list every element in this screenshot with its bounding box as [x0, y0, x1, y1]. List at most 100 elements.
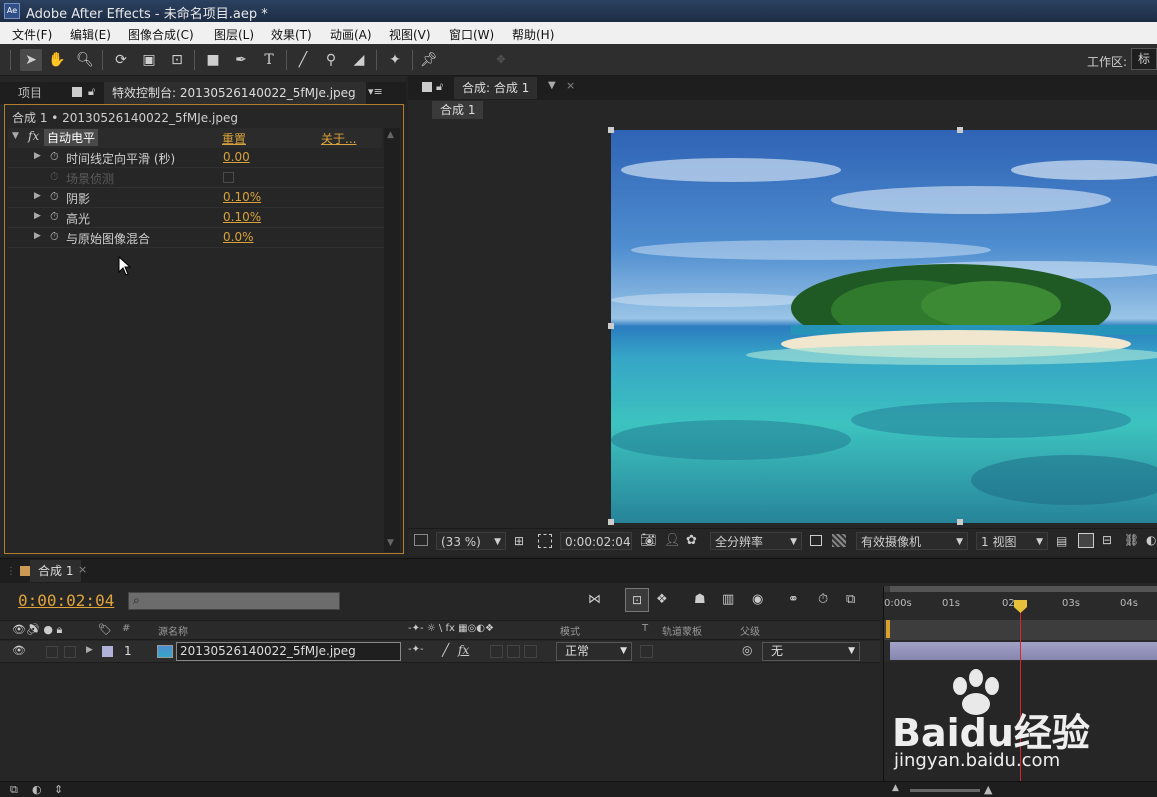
menu-view[interactable]: 视图(V): [389, 26, 431, 43]
always-preview-icon[interactable]: [414, 534, 428, 546]
toggle-pixel-icon[interactable]: ▤: [1056, 534, 1067, 548]
expand-arrow-icon[interactable]: ▼: [12, 131, 19, 141]
menu-help[interactable]: 帮助(H): [512, 26, 554, 43]
property-value[interactable]: 0.00: [223, 150, 250, 164]
comp-subtab[interactable]: 合成 1: [432, 101, 484, 119]
stopwatch-icon[interactable]: ⏱︎: [50, 230, 59, 244]
roto-brush-tool-icon[interactable]: ✦: [384, 49, 406, 71]
transform-handle[interactable]: [608, 127, 614, 133]
show-snapshot-icon[interactable]: 👤︎: [664, 533, 681, 548]
eraser-tool-icon[interactable]: ◢: [348, 49, 370, 71]
menu-composition[interactable]: 图像合成(C): [128, 26, 194, 43]
hand-tool-icon[interactable]: ✋: [46, 49, 68, 71]
panel-menu-icon[interactable]: ▾≡: [368, 85, 383, 98]
region-of-interest-icon[interactable]: [810, 535, 822, 546]
transform-handle[interactable]: [957, 519, 963, 525]
axis-mode-icon[interactable]: ✥ ● ⌧: [490, 49, 512, 110]
layer-duration-bar[interactable]: [890, 642, 1157, 660]
lock-icon[interactable]: 🔓︎: [436, 80, 443, 94]
zoom-out-icon[interactable]: ▲: [892, 783, 899, 793]
tab-project[interactable]: 项目: [10, 82, 50, 104]
rotate-tool-icon[interactable]: ⟳: [110, 49, 132, 71]
layer-row[interactable]: 👁︎ ▶ 1 20130526140022_5fMJe.jpeg -✦- ╱ f…: [0, 641, 880, 663]
timeline-search-input[interactable]: ⌕: [128, 592, 340, 610]
brainstorm-icon[interactable]: ⚭: [788, 592, 799, 607]
channel-icon[interactable]: ✿: [686, 533, 697, 548]
stopwatch-icon[interactable]: ⏱︎: [50, 210, 59, 224]
graph-editor-icon[interactable]: ⧉: [846, 592, 855, 607]
quality-switch-icon[interactable]: ╱: [442, 643, 449, 657]
timecode-field[interactable]: 0:00:02:04: [560, 532, 632, 550]
zoom-tool-icon[interactable]: 🔍︎: [74, 49, 96, 71]
selection-tool-icon[interactable]: ➤: [20, 49, 42, 71]
camera-tool-icon[interactable]: ▣: [138, 49, 160, 71]
transform-handle[interactable]: [957, 127, 963, 133]
column-parent[interactable]: 父级: [740, 623, 760, 638]
preserve-transparency-checkbox[interactable]: [640, 645, 653, 658]
column-source-name[interactable]: 源名称: [158, 623, 188, 638]
pick-whip-icon[interactable]: ◎: [742, 643, 752, 657]
expand-arrow-icon[interactable]: ▶: [34, 151, 41, 161]
stopwatch-icon[interactable]: ⏱︎: [50, 190, 59, 204]
resolution-select[interactable]: 全分辨率 ▼: [710, 532, 802, 550]
flowchart-icon[interactable]: ⛓: [1124, 533, 1139, 547]
solo-checkbox[interactable]: [46, 646, 58, 658]
reset-link[interactable]: 重置: [222, 130, 246, 147]
switch-box[interactable]: [490, 645, 503, 658]
work-area-range[interactable]: [890, 586, 1157, 592]
column-mode[interactable]: 模式: [560, 623, 580, 638]
scene-detect-checkbox[interactable]: [223, 172, 234, 183]
column-track-matte[interactable]: 轨道蒙板: [662, 623, 702, 638]
zoom-in-icon[interactable]: ▲: [984, 783, 992, 796]
visibility-eye-icon[interactable]: 👁︎: [12, 644, 26, 657]
menu-effect[interactable]: 效果(T): [271, 26, 312, 43]
shy-switch-icon[interactable]: -✦-: [408, 644, 424, 655]
brush-tool-icon[interactable]: ╱: [292, 49, 314, 71]
rectangle-tool-icon[interactable]: ■: [202, 49, 224, 71]
menu-edit[interactable]: 编辑(E): [70, 26, 111, 43]
menu-layer[interactable]: 图层(L): [214, 26, 254, 43]
layer-name-field[interactable]: 20130526140022_5fMJe.jpeg: [176, 642, 401, 661]
fx-icon[interactable]: fx: [28, 129, 39, 143]
property-value[interactable]: 0.10%: [223, 190, 261, 204]
current-timecode[interactable]: 0:00:02:04: [18, 591, 114, 610]
close-tab-icon[interactable]: ×: [566, 79, 575, 92]
preview-image[interactable]: [611, 130, 1157, 523]
views-select[interactable]: 1 视图 ▼: [976, 532, 1048, 550]
expand-arrow-icon[interactable]: ▶: [34, 191, 41, 201]
pen-tool-icon[interactable]: ✒: [230, 49, 252, 71]
exposure-icon[interactable]: ◐: [1146, 533, 1156, 547]
hide-shy-layers-icon[interactable]: ☗: [694, 592, 706, 607]
timeline-icon[interactable]: ⊟: [1102, 533, 1112, 547]
property-value[interactable]: 0.10%: [223, 210, 261, 224]
text-tool-icon[interactable]: T: [258, 49, 280, 71]
toggle-switches-icon[interactable]: ◐: [32, 783, 42, 796]
lock-checkbox[interactable]: [64, 646, 76, 658]
toggle-transfer-icon[interactable]: ⇕: [54, 783, 63, 796]
expand-arrow-icon[interactable]: ▶: [34, 231, 41, 241]
snapshot-camera-icon[interactable]: 📷︎: [640, 533, 657, 548]
time-zoom-slider[interactable]: [910, 789, 980, 792]
fast-preview-icon[interactable]: [1078, 533, 1094, 548]
close-tab-icon[interactable]: ×: [78, 563, 87, 576]
menu-file[interactable]: 文件(F): [12, 26, 52, 43]
tab-composition[interactable]: 合成: 合成 1: [454, 77, 538, 99]
mask-icon[interactable]: [538, 534, 552, 548]
zoom-select[interactable]: (33 %) ▼: [436, 532, 506, 550]
tab-effect-controls[interactable]: 特效控制台: 20130526140022_5fMJe.jpeg: [104, 82, 366, 104]
menu-animation[interactable]: 动画(A): [330, 26, 372, 43]
parent-select[interactable]: 无 ▼: [762, 642, 860, 661]
frame-blending-icon[interactable]: ▥: [722, 592, 734, 607]
effects-scrollbar[interactable]: ▲ ▼: [384, 128, 400, 552]
tab-timeline-comp[interactable]: 合成 1: [30, 560, 82, 582]
work-area-start-marker[interactable]: [886, 620, 890, 638]
scroll-up-icon[interactable]: ▲: [387, 130, 394, 140]
about-link[interactable]: 关于...: [321, 130, 356, 147]
workspace-select[interactable]: 标: [1131, 48, 1157, 70]
transparency-grid-icon[interactable]: [832, 534, 846, 547]
switch-box[interactable]: [524, 645, 537, 658]
transform-handle[interactable]: [608, 323, 614, 329]
layer-label-color[interactable]: [102, 646, 113, 657]
switch-box[interactable]: [507, 645, 520, 658]
live-update-icon[interactable]: ⊡: [625, 588, 649, 612]
